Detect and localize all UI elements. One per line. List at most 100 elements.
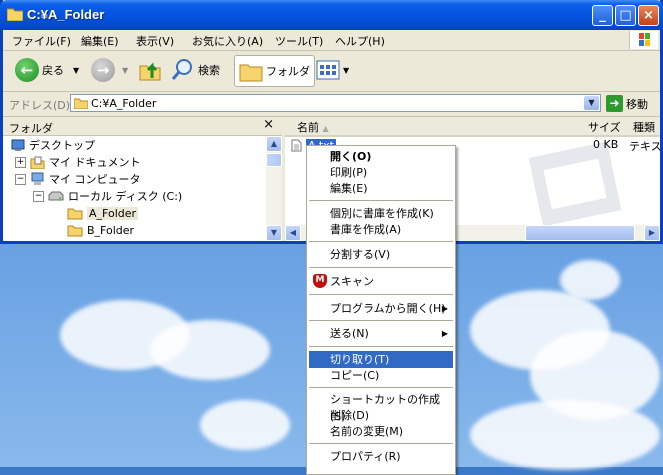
menu-bar: ファイル(F) 編集(E) 表示(V) お気に入り(A) ツール(T) ヘルプ(… (3, 30, 660, 51)
menu-separator (309, 200, 453, 201)
file-type: テキスト (629, 140, 663, 153)
views-button[interactable]: ▼ (316, 55, 349, 85)
drive-icon (48, 191, 64, 201)
menu-open-with[interactable]: プログラムから開く(H) ▶ (309, 300, 453, 317)
tree-label: ローカル ディスク (C:) (68, 190, 183, 203)
desktop-icon (11, 139, 25, 151)
address-input[interactable]: C:¥A_Folder ▼ (70, 94, 601, 112)
close-button[interactable]: × (638, 5, 659, 26)
tree-item-a-folder[interactable]: A_Folder (67, 205, 139, 221)
menu-view[interactable]: 表示(V) (136, 33, 174, 49)
folders-button[interactable]: フォルダ (234, 55, 315, 87)
folders-icon (239, 64, 263, 82)
tree-label: マイ コンピュータ (49, 173, 141, 186)
menu-edit[interactable]: 編集(E) (81, 33, 119, 49)
tree-item-local-disk[interactable]: − ローカル ディスク (C:) (33, 188, 182, 204)
minimize-button[interactable]: _ (592, 5, 613, 26)
back-label: 戻る (42, 64, 64, 77)
menu-copy[interactable]: コピー(C) (309, 367, 453, 384)
column-size[interactable]: サイズ (588, 119, 621, 135)
tree-item-my-computer[interactable]: − マイ コンピュータ (15, 171, 141, 187)
tree-label: B_Folder (87, 223, 135, 237)
search-button[interactable]: 検索 (171, 55, 220, 85)
sort-up-icon: ▲ (322, 124, 329, 133)
scroll-right-icon[interactable]: ▶ (644, 225, 660, 241)
submenu-arrow-icon: ▶ (441, 304, 448, 313)
up-folder-button[interactable] (138, 55, 162, 85)
window-title: C:¥A_Folder (27, 7, 105, 22)
title-bar[interactable]: C:¥A_Folder _ □ × (0, 0, 663, 30)
menu-properties[interactable]: プロパティ(R) (309, 448, 453, 465)
address-dropdown-button[interactable]: ▼ (584, 96, 599, 110)
cloud (560, 260, 620, 300)
scroll-thumb[interactable] (525, 225, 635, 241)
scroll-left-icon[interactable]: ◀ (285, 225, 301, 241)
menu-separator (309, 241, 453, 242)
folders-label: フォルダ (266, 65, 310, 78)
scroll-down-icon[interactable]: ▼ (266, 225, 282, 241)
cloud (150, 320, 270, 380)
up-folder-icon (139, 62, 161, 81)
folder-pane-close-button[interactable]: × (263, 117, 274, 132)
tree-label: マイ ドキュメント (49, 156, 141, 169)
column-name[interactable]: 名前 ▲ (297, 119, 329, 135)
menu-create-archive-each[interactable]: 個別に書庫を作成(K) (309, 205, 453, 222)
column-name-label: 名前 (297, 121, 319, 134)
folder-pane: フォルダ × デスクトップ + マイ ドキュメント − マイ コンピュータ − … (3, 117, 285, 241)
antivirus-shield-icon: M (313, 274, 327, 288)
address-label: アドレス(D) (9, 99, 71, 112)
menu-separator (309, 346, 453, 347)
folder-icon (67, 225, 83, 236)
menu-print[interactable]: 印刷(P) (309, 164, 453, 181)
menu-tools[interactable]: ツール(T) (275, 33, 323, 49)
back-button[interactable]: ← 戻る ▼ (15, 55, 79, 85)
search-icon (171, 59, 192, 80)
cloud (470, 400, 660, 470)
folder-icon (7, 8, 23, 21)
menu-separator (309, 267, 453, 268)
maximize-button[interactable]: □ (615, 5, 636, 26)
menu-edit-file[interactable]: 編集(E) (309, 180, 453, 197)
tree-item-b-folder[interactable]: B_Folder (67, 222, 134, 238)
toolbar: ← 戻る ▼ → ▼ 検索 フォルダ ▼ (3, 51, 660, 92)
expand-icon[interactable]: + (15, 156, 26, 168)
search-label: 検索 (198, 64, 220, 77)
film-watermark-icon (528, 141, 622, 227)
go-label: 移動 (626, 97, 648, 111)
my-computer-icon (31, 172, 44, 185)
scroll-thumb[interactable] (266, 153, 282, 167)
folder-pane-scrollbar[interactable]: ▲ ▼ (266, 136, 282, 241)
column-type[interactable]: 種類 (633, 119, 655, 135)
tree-item-my-documents[interactable]: + マイ ドキュメント (15, 154, 141, 170)
folder-icon (74, 98, 88, 109)
folder-open-icon (67, 208, 83, 219)
menu-create-archive[interactable]: 書庫を作成(A) (309, 221, 453, 238)
menu-open-with-label: プログラムから開く(H) (330, 302, 446, 315)
menu-send-to[interactable]: 送る(N) ▶ (309, 325, 453, 342)
menu-cut[interactable]: 切り取り(T) (309, 351, 453, 368)
menu-open[interactable]: 開く(O) (309, 148, 453, 165)
menu-favorites[interactable]: お気に入り(A) (192, 33, 263, 49)
chevron-down-icon[interactable]: ▼ (343, 66, 349, 75)
scroll-up-icon[interactable]: ▲ (266, 136, 282, 152)
collapse-icon[interactable]: − (33, 190, 44, 202)
chevron-down-icon[interactable]: ▼ (122, 66, 128, 75)
menu-rename[interactable]: 名前の変更(M) (309, 423, 453, 440)
menu-file[interactable]: ファイル(F) (12, 33, 71, 49)
chevron-down-icon[interactable]: ▼ (73, 66, 79, 75)
collapse-icon[interactable]: − (15, 173, 26, 185)
submenu-arrow-icon: ▶ (441, 329, 448, 338)
menu-separator (309, 387, 453, 388)
text-file-icon (291, 139, 302, 151)
menu-separator (309, 320, 453, 321)
menu-split[interactable]: 分割する(V) (309, 246, 453, 263)
forward-button[interactable]: → ▼ (91, 55, 128, 85)
menu-delete[interactable]: 削除(D) (309, 407, 453, 424)
context-menu: 開く(O) 印刷(P) 編集(E) 個別に書庫を作成(K) 書庫を作成(A) 分… (306, 145, 456, 475)
menu-help[interactable]: ヘルプ(H) (335, 33, 385, 49)
menu-scan[interactable]: M スキャン (309, 273, 453, 290)
menu-create-shortcut[interactable]: ショートカットの作成(S) (309, 391, 453, 423)
back-arrow-icon: ← (15, 58, 39, 82)
go-button[interactable]: ➜ 移動 (606, 95, 648, 112)
tree-item-desktop[interactable]: デスクトップ (11, 137, 95, 153)
